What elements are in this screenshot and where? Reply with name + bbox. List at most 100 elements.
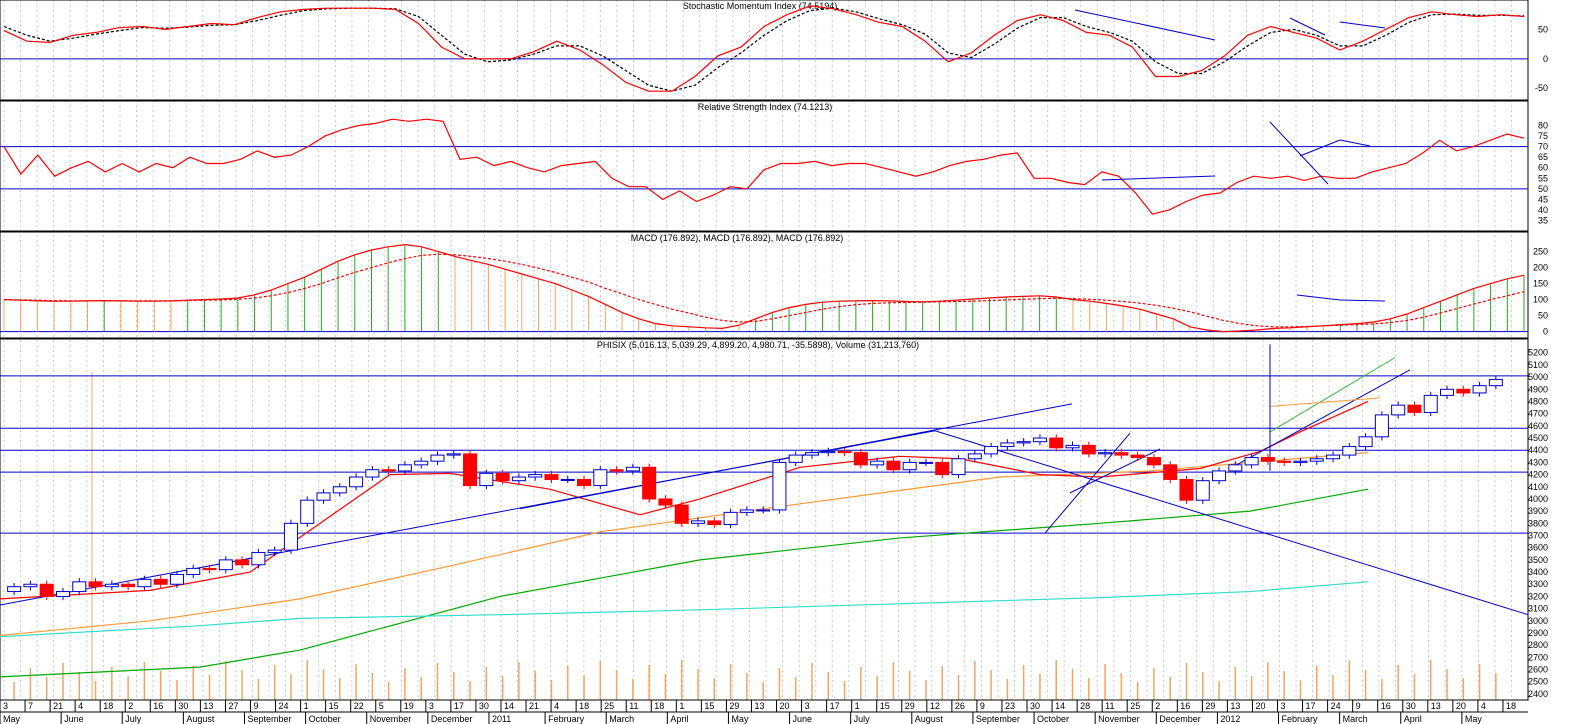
candle-body [446,453,461,456]
rsi-tick-label: 55 [1538,173,1548,183]
candle-body [1277,460,1292,463]
x-day-label: 15 [704,701,714,711]
price-tick-label: 2800 [1528,640,1548,650]
x-day-label: 24 [279,701,289,711]
x-day-label: 22 [354,701,364,711]
x-month-label: June [64,714,84,724]
candle-body [1179,478,1194,501]
candle-body [414,460,429,466]
x-day-label: 17 [830,701,840,711]
price-panel-frame [0,338,1529,701]
x-day-label: 20 [1456,701,1466,711]
macd-panel-frame [0,231,1529,339]
rsi-tick-label: 65 [1538,152,1548,162]
x-day-label: 1 [304,701,309,711]
candle-body [1098,452,1113,455]
candle-body [267,549,282,554]
candle-body [723,511,738,526]
chart-window: Stochastic Momentum Index (74.5194) Relat… [0,0,1570,724]
smi-tick-label: 50 [1538,24,1548,34]
x-day-label: 13 [203,701,213,711]
x-month-label: October [1037,714,1069,724]
macd-tick-label: 200 [1533,263,1548,273]
candle-body [1374,414,1389,438]
x-month-label: July [854,714,871,724]
macd-tick-label: 50 [1538,311,1548,321]
rsi-tick-label: 50 [1538,184,1548,194]
x-day-label: 4 [78,701,83,711]
price-tick-label: 3000 [1528,616,1548,626]
candle-body [88,581,103,588]
rsi-tick-label: 70 [1538,142,1548,152]
candle-body [739,509,754,513]
candle-body [1163,464,1178,480]
x-day-label: 29 [905,701,915,711]
candle-body [1228,464,1243,472]
candle-body [1000,442,1015,448]
candle-body [804,452,820,456]
x-day-label: 18 [654,701,664,711]
candle-body [218,559,233,571]
x-day-label: 27 [228,701,238,711]
candle-body [495,472,510,482]
smi-tick-label: 0 [1543,54,1548,64]
candle-body [1049,437,1064,449]
x-month-label: December [431,714,473,724]
candle-body [1212,470,1227,482]
candle-body [1114,452,1129,456]
rsi-panel-frame [0,100,1529,232]
rsi-tick-label: 40 [1538,205,1548,215]
x-month-label: November [1098,714,1140,724]
candle-body [397,464,412,472]
rsi-title: Relative Strength Index (74.1213) [698,102,833,112]
candle-body [967,453,982,460]
rsi-trendline [1339,139,1371,147]
smi-trendline [1339,21,1386,29]
x-month-label: April [1404,714,1422,724]
x-day-label: 20 [1255,701,1265,711]
x-day-label: 7 [28,701,33,711]
candle-body [349,476,364,488]
rsi-trendline [1269,121,1329,185]
x-day-label: 23 [1005,701,1015,711]
candle-body [316,492,331,501]
price-tick-label: 2500 [1528,677,1548,687]
x-month-label: April [670,714,688,724]
x-month-label: October [309,714,341,724]
candle-body [1342,446,1357,456]
x-month-label: June [793,714,813,724]
x-day-label: 18 [103,701,113,711]
macd-trendline [1296,294,1341,301]
candle-body [169,574,184,585]
x-day-label: 9 [980,701,985,711]
price-tick-label: 4900 [1528,384,1548,394]
candle-body [23,583,38,588]
candle-body [511,476,526,482]
x-day-label: 16 [153,701,163,711]
candle-body [1244,457,1259,466]
x-day-label: 28 [1080,701,1090,711]
x-day-label: 18 [579,701,589,711]
x-month-label: 2011 [492,714,511,724]
price-title: PHISIX (5,016.13, 5,039.29, 4,899.20, 4,… [597,340,919,350]
macd-tick-label: 0 [1543,327,1548,337]
rsi-tick-label: 75 [1538,131,1548,141]
price-tick-label: 3400 [1528,567,1548,577]
x-month-label: July [125,714,142,724]
candle-body [479,472,494,487]
x-month-label: September [976,714,1020,724]
candle-body [1391,404,1406,416]
x-day-label: 16 [1180,701,1190,711]
price-tick-label: 3800 [1528,518,1548,528]
x-month-label: November [370,714,412,724]
x-day-label: 14 [504,701,514,711]
price-tick-label: 2400 [1528,689,1548,699]
candle-body [609,469,624,472]
x-day-label: 13 [1230,701,1240,711]
x-day-label: 24 [1331,701,1341,711]
candle-body [1358,436,1373,448]
candle-body [1195,480,1210,501]
rsi-tick-label: 80 [1538,121,1548,131]
x-day-label: 3 [805,701,810,711]
x-day-label: 1 [855,701,860,711]
